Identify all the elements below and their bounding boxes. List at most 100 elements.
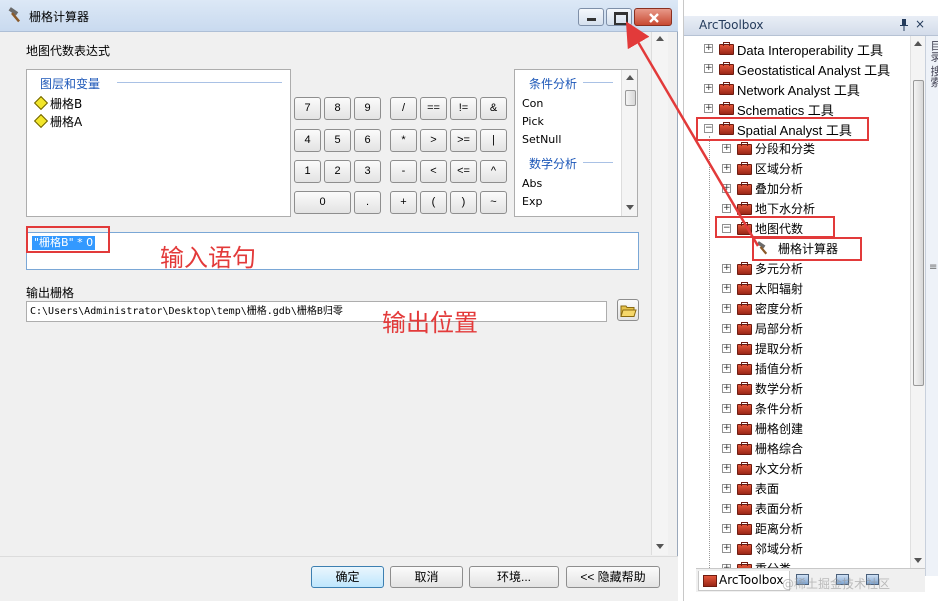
keypad-button[interactable]: <=	[450, 160, 477, 183]
expand-icon[interactable]: +	[704, 44, 713, 53]
toolset-item[interactable]: + 距离分析	[696, 518, 910, 538]
side-tab-label[interactable]: 目录 搜索	[927, 40, 938, 88]
scroll-up-icon[interactable]	[656, 36, 664, 41]
expand-icon[interactable]: +	[722, 324, 731, 333]
toolbox-item[interactable]: + Geostatistical Analyst 工具	[696, 58, 910, 78]
keypad-button[interactable]: )	[450, 191, 477, 214]
dialog-titlebar[interactable]: 栅格计算器	[0, 0, 678, 32]
environments-button[interactable]: 环境...	[469, 566, 559, 588]
keypad-button[interactable]: 2	[324, 160, 351, 183]
expand-icon[interactable]: +	[722, 164, 731, 173]
function-item[interactable]: Con	[522, 97, 543, 110]
output-raster-input[interactable]: C:\Users\Administrator\Desktop\temp\栅格.g…	[26, 301, 607, 322]
keypad-button[interactable]: |	[480, 129, 507, 152]
toolset-item[interactable]: + 区域分析	[696, 158, 910, 178]
toolset-item[interactable]: + 提取分析	[696, 338, 910, 358]
keypad-button[interactable]: 5	[324, 129, 351, 152]
scroll-up-icon[interactable]	[914, 41, 922, 46]
grip-icon[interactable]: ≡	[929, 262, 937, 273]
toolset-item[interactable]: + 分段和分类	[696, 138, 910, 158]
function-item[interactable]: Pick	[522, 115, 544, 128]
expand-icon[interactable]: +	[704, 104, 713, 113]
pin-icon[interactable]	[899, 18, 909, 32]
keypad-button[interactable]: 0	[294, 191, 351, 214]
expand-icon[interactable]: +	[704, 84, 713, 93]
scroll-thumb[interactable]	[625, 90, 636, 106]
expand-icon[interactable]: +	[722, 464, 731, 473]
toolset-item[interactable]: + 栅格创建	[696, 418, 910, 438]
keypad-button[interactable]: 3	[354, 160, 381, 183]
expand-icon[interactable]: +	[722, 524, 731, 533]
toolbox-scrollbar[interactable]	[910, 36, 925, 568]
side-tabs[interactable]: 目录 搜索 ≡	[925, 36, 938, 576]
close-button[interactable]	[634, 8, 672, 26]
toolbox-tree[interactable]: + Data Interoperability 工具 + Geostatistical…	[696, 36, 910, 568]
toolbox-item[interactable]: + Network Analyst 工具	[696, 78, 910, 98]
expand-icon[interactable]: +	[722, 304, 731, 313]
keypad-button[interactable]: <	[420, 160, 447, 183]
keypad-button[interactable]: ==	[420, 97, 447, 120]
expand-icon[interactable]: +	[722, 544, 731, 553]
scroll-down-icon[interactable]	[656, 544, 664, 549]
functions-scrollbar[interactable]	[621, 70, 637, 216]
toolset-item[interactable]: + 密度分析	[696, 298, 910, 318]
toolset-item[interactable]: + 邻域分析	[696, 538, 910, 558]
toolset-item[interactable]: + 表面	[696, 478, 910, 498]
expand-icon[interactable]: +	[722, 284, 731, 293]
hide-help-button[interactable]: << 隐藏帮助	[566, 566, 660, 588]
minimize-button[interactable]	[578, 8, 604, 26]
close-icon[interactable]: ×	[915, 17, 925, 31]
scroll-thumb[interactable]	[913, 80, 924, 386]
keypad-button[interactable]: /	[390, 97, 417, 120]
function-item[interactable]: SetNull	[522, 133, 561, 146]
toolset-item[interactable]: + 局部分析	[696, 318, 910, 338]
keypad-button[interactable]: !=	[450, 97, 477, 120]
toolset-item[interactable]: + 表面分析	[696, 498, 910, 518]
keypad-button[interactable]: ^	[480, 160, 507, 183]
cancel-button[interactable]: 取消	[390, 566, 463, 588]
expand-icon[interactable]: +	[722, 384, 731, 393]
ok-button[interactable]: 确定	[311, 566, 384, 588]
expand-icon[interactable]: +	[722, 424, 731, 433]
toolbox-item[interactable]: + Schematics 工具	[696, 98, 910, 118]
keypad-button[interactable]: .	[354, 191, 381, 214]
keypad-button[interactable]: 8	[324, 97, 351, 120]
keypad-button[interactable]: *	[390, 129, 417, 152]
toolset-item[interactable]: + 地下水分析	[696, 198, 910, 218]
keypad-button[interactable]: >	[420, 129, 447, 152]
toolset-item[interactable]: + 条件分析	[696, 398, 910, 418]
expression-input[interactable]: "栅格B" * 0	[26, 232, 639, 270]
keypad-button[interactable]: 9	[354, 97, 381, 120]
toolset-item[interactable]: + 太阳辐射	[696, 278, 910, 298]
expand-icon[interactable]: +	[722, 144, 731, 153]
toolset-item[interactable]: + 多元分析	[696, 258, 910, 278]
arctoolbox-header[interactable]: ArcToolbox ×	[684, 16, 938, 36]
expand-icon[interactable]: +	[722, 484, 731, 493]
keypad-button[interactable]: 7	[294, 97, 321, 120]
layers-variables-list[interactable]: 图层和变量 栅格B 栅格A	[26, 69, 291, 217]
expand-icon[interactable]: +	[722, 364, 731, 373]
tab-arctoolbox[interactable]: ArcToolbox	[698, 571, 790, 591]
keypad-button[interactable]: 1	[294, 160, 321, 183]
keypad-button[interactable]: >=	[450, 129, 477, 152]
maximize-button[interactable]	[606, 8, 632, 26]
expand-icon[interactable]: +	[722, 344, 731, 353]
scroll-down-icon[interactable]	[914, 558, 922, 563]
toolset-item[interactable]: + 栅格综合	[696, 438, 910, 458]
keypad-button[interactable]: -	[390, 160, 417, 183]
function-item[interactable]: Exp	[522, 195, 542, 208]
toolbox-item[interactable]: + Data Interoperability 工具	[696, 38, 910, 58]
expand-icon[interactable]: +	[722, 444, 731, 453]
toolset-item[interactable]: +重分类	[696, 558, 910, 568]
keypad-button[interactable]: 6	[354, 129, 381, 152]
expand-icon[interactable]: +	[722, 404, 731, 413]
browse-button[interactable]	[617, 299, 639, 321]
expand-icon[interactable]: +	[722, 204, 731, 213]
toolset-item[interactable]: + 插值分析	[696, 358, 910, 378]
scroll-up-icon[interactable]	[626, 75, 634, 80]
toolset-item[interactable]: + 数学分析	[696, 378, 910, 398]
expand-icon[interactable]: +	[722, 184, 731, 193]
toolset-item[interactable]: + 水文分析	[696, 458, 910, 478]
expand-icon[interactable]: +	[722, 264, 731, 273]
keypad-button[interactable]: ~	[480, 191, 507, 214]
